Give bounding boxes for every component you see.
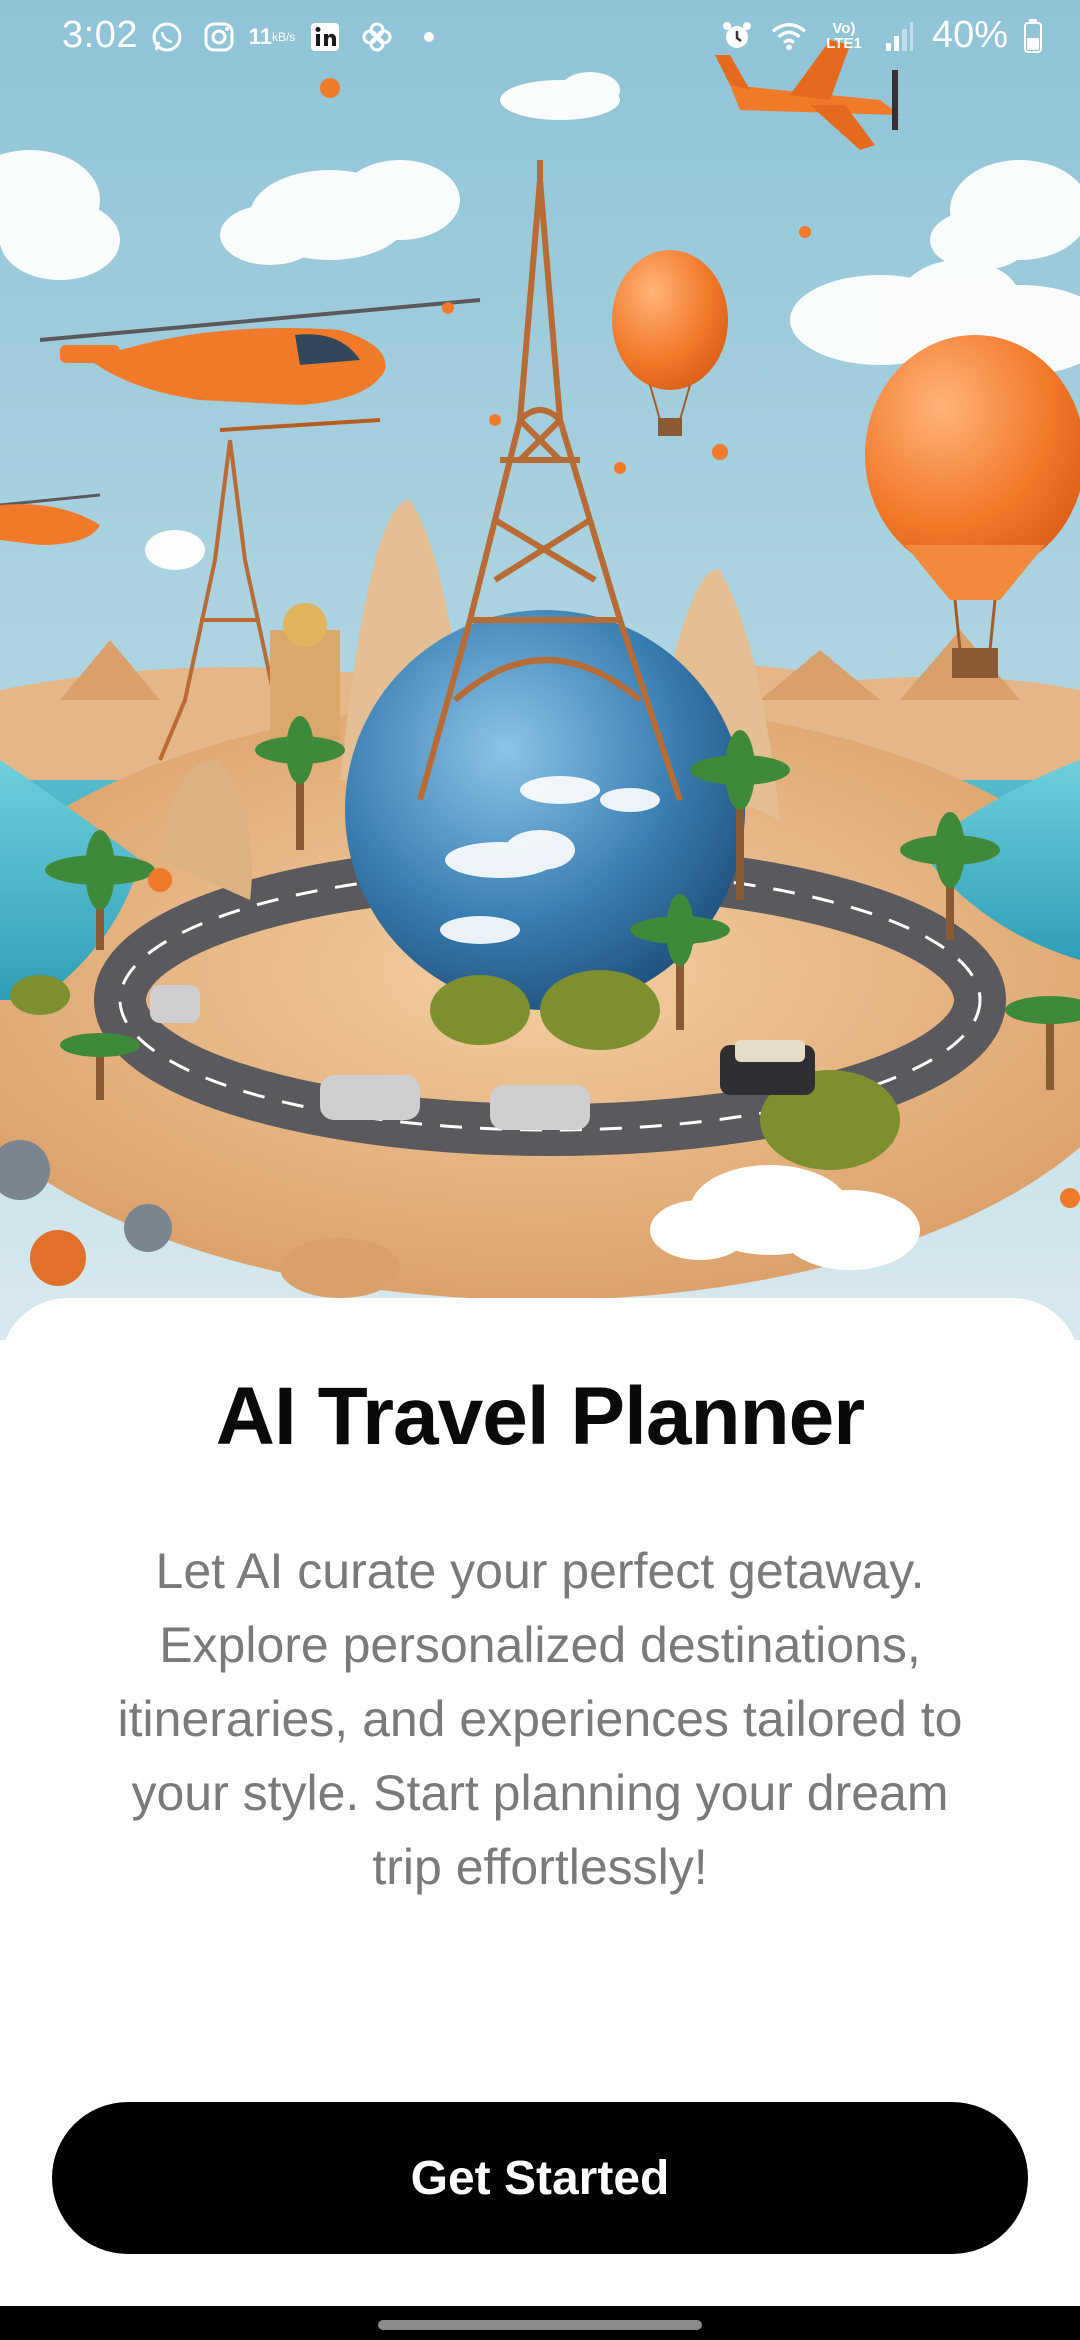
linkedin-icon [306, 18, 344, 56]
onboarding-sheet: AI Travel Planner Let AI curate your per… [0, 1298, 1080, 2306]
signal-icon [880, 17, 918, 55]
hero-illustration [0, 0, 1080, 1340]
instagram-icon [200, 18, 238, 56]
get-started-button[interactable]: Get Started [52, 2102, 1028, 2254]
navigation-bar [0, 2306, 1080, 2340]
onboarding-screen: 3:02 11 kB/s Vo) LTE1 40% AI Travel Plan… [0, 0, 1080, 2340]
page-title: AI Travel Planner [215, 1371, 865, 1462]
onboarding-description: Let AI curate your perfect getaway. Expl… [117, 1543, 963, 1895]
wifi-icon [770, 17, 808, 55]
status-bar: 3:02 11 kB/s Vo) LTE1 40% [0, 0, 1080, 80]
status-time: 3:02 [62, 14, 138, 56]
status-left-icons: 11 kB/s [148, 18, 448, 56]
network-speed: 11 kB/s [248, 24, 296, 49]
travel-illustration [0, 0, 1080, 1340]
home-indicator[interactable] [378, 2320, 702, 2330]
dot-icon [410, 18, 448, 56]
pinwheel-icon [358, 18, 396, 56]
battery-percentage: 40% [931, 14, 1008, 56]
whatsapp-icon [148, 18, 186, 56]
network-type: Vo) LTE1 [826, 19, 862, 52]
battery-icon [1022, 17, 1044, 55]
alarm-icon [718, 17, 756, 55]
status-right-icons: Vo) LTE1 40% [718, 14, 1044, 57]
